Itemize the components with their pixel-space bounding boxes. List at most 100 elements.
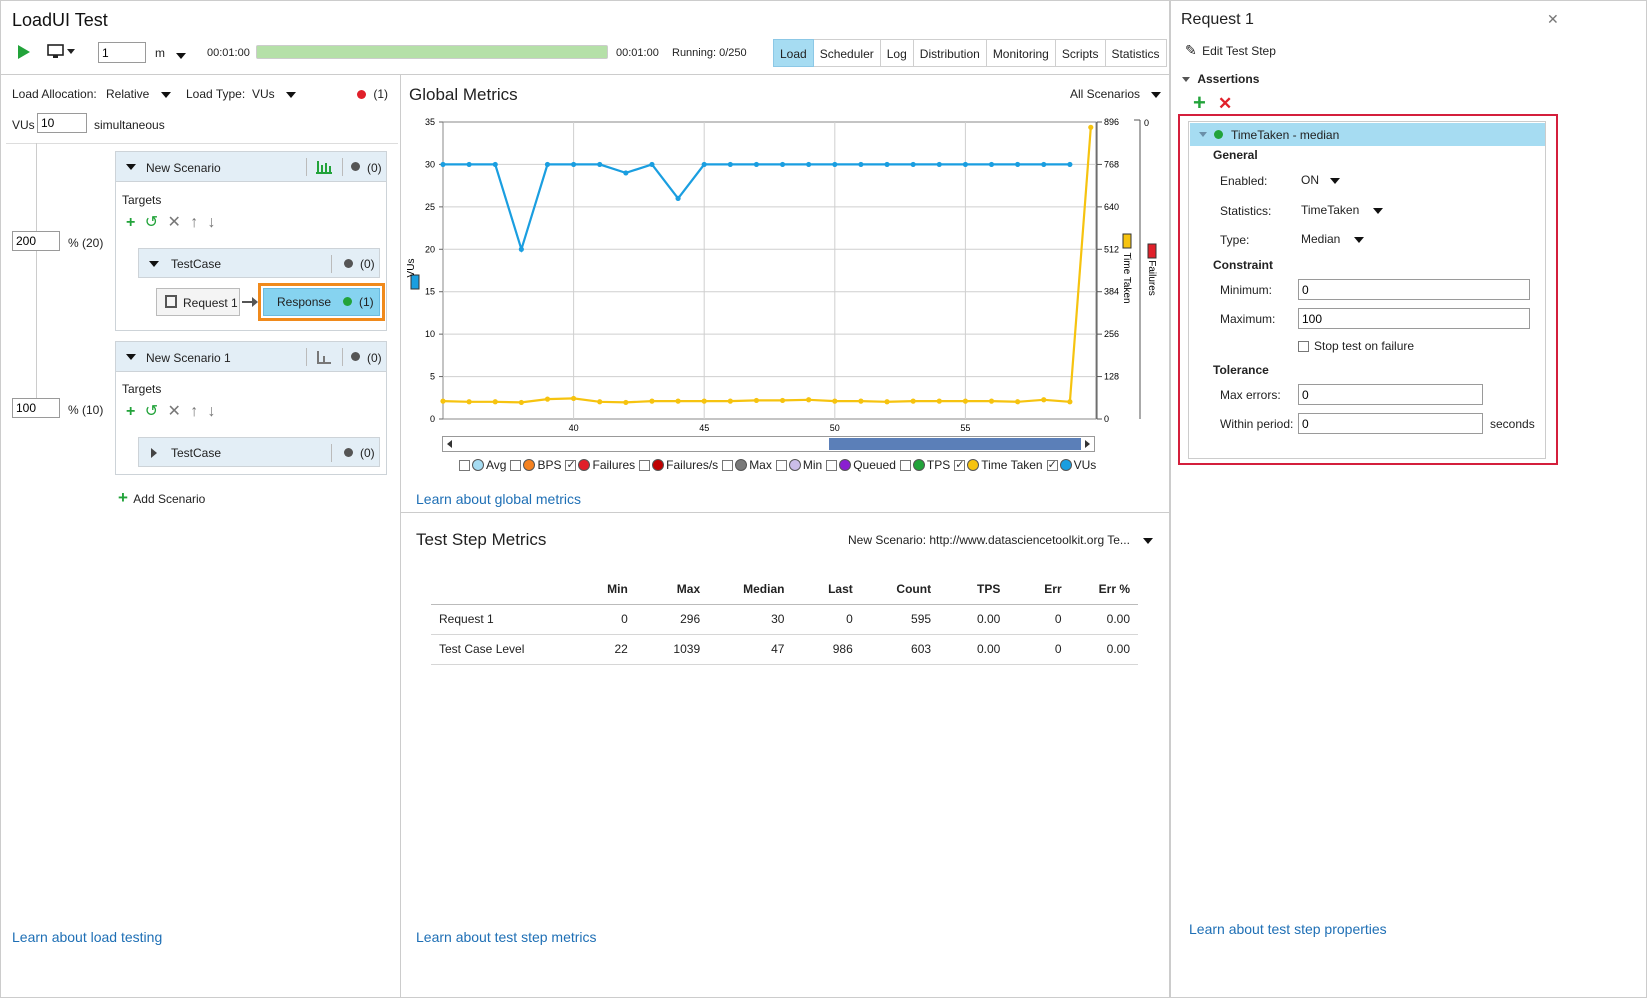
legend-item[interactable]: Failures/s: [639, 458, 718, 472]
col-header[interactable]: TPS: [931, 574, 1001, 605]
tab-log[interactable]: Log: [880, 39, 914, 67]
checkbox-icon[interactable]: [826, 459, 838, 471]
legend-item[interactable]: BPS: [510, 458, 561, 472]
learn-step-metrics-link[interactable]: Learn about test step metrics: [416, 929, 597, 945]
learn-step-properties-link[interactable]: Learn about test step properties: [1189, 921, 1387, 937]
legend-item[interactable]: Min: [775, 458, 822, 472]
tab-scheduler[interactable]: Scheduler: [813, 39, 881, 67]
reload-icon[interactable]: ↺: [145, 212, 158, 232]
load-type-select[interactable]: VUs: [252, 87, 297, 101]
legend-item[interactable]: Queued: [826, 458, 896, 472]
checkbox-icon[interactable]: [565, 458, 577, 471]
error-dot-icon: [357, 90, 366, 100]
scenario-scope-select[interactable]: All Scenarios: [1070, 87, 1162, 101]
delete-icon[interactable]: ✕: [167, 212, 180, 232]
checkbox-icon[interactable]: [775, 459, 787, 471]
close-icon[interactable]: ✕: [1547, 11, 1559, 28]
checkbox-icon[interactable]: [722, 459, 734, 471]
reload-icon[interactable]: ↺: [145, 401, 158, 421]
tab-distribution[interactable]: Distribution: [913, 39, 987, 67]
legend-item[interactable]: TPS: [899, 458, 950, 472]
legend-item[interactable]: VUs: [1046, 458, 1096, 472]
col-header[interactable]: Last: [784, 574, 853, 605]
delete-assertion-icon[interactable]: ✕: [1218, 95, 1232, 112]
col-header[interactable]: Count: [852, 574, 932, 605]
type-select[interactable]: Median: [1301, 232, 1364, 246]
col-header[interactable]: Min: [571, 574, 628, 605]
scenario-header[interactable]: New Scenario (0): [116, 152, 386, 182]
chevron-down-icon: [1372, 207, 1383, 214]
scrollbar-thumb[interactable]: [829, 438, 1081, 450]
request-node[interactable]: Request 1: [156, 288, 240, 316]
legend-item[interactable]: Max: [722, 458, 772, 472]
checkbox-icon[interactable]: [459, 459, 470, 471]
tab-scripts[interactable]: Scripts: [1055, 39, 1106, 67]
add-scenario-button[interactable]: + Add Scenario: [118, 488, 205, 508]
monitor-dropdown[interactable]: [47, 44, 81, 60]
legend-item[interactable]: Failures: [565, 458, 635, 472]
minimum-input[interactable]: [1298, 279, 1530, 300]
collapse-icon[interactable]: [126, 164, 136, 170]
move-up-icon[interactable]: ↑: [190, 214, 198, 232]
scroll-left-icon[interactable]: [447, 440, 452, 448]
maximum-input[interactable]: [1298, 308, 1530, 329]
collapse-icon[interactable]: [126, 354, 136, 360]
expand-icon[interactable]: [151, 448, 157, 458]
assertions-section-header[interactable]: Assertions: [1182, 72, 1259, 86]
checkbox-icon[interactable]: [899, 459, 911, 471]
col-header[interactable]: Err: [1000, 574, 1062, 605]
within-period-input[interactable]: [1298, 413, 1483, 434]
legend-item[interactable]: Time Taken: [954, 458, 1043, 472]
chart-axis-icon[interactable]: [316, 350, 332, 364]
checkbox-icon[interactable]: [510, 459, 522, 471]
testcase-row[interactable]: TestCase (0): [138, 437, 380, 467]
col-header[interactable]: Median: [700, 574, 785, 605]
learn-load-testing-link[interactable]: Learn about load testing: [12, 929, 162, 945]
edit-test-step-button[interactable]: ✎ Edit Test Step: [1185, 42, 1276, 59]
tab-load[interactable]: Load: [773, 39, 814, 67]
stop-on-failure-checkbox[interactable]: Stop test on failure: [1298, 339, 1414, 353]
data-point: [597, 399, 603, 405]
delete-icon[interactable]: ✕: [167, 401, 180, 421]
collapse-icon[interactable]: [1199, 132, 1207, 137]
scenario-weight-input[interactable]: [12, 231, 60, 251]
checkbox-icon[interactable]: [954, 458, 966, 471]
learn-global-metrics-link[interactable]: Learn about global metrics: [416, 491, 581, 507]
legend-item[interactable]: Avg: [459, 458, 506, 472]
add-assertion-icon[interactable]: +: [1193, 92, 1206, 114]
duration-input[interactable]: [98, 42, 146, 63]
scroll-right-icon[interactable]: [1085, 440, 1090, 448]
add-icon[interactable]: +: [126, 403, 135, 421]
tab-monitoring[interactable]: Monitoring: [986, 39, 1056, 67]
col-header[interactable]: Max: [627, 574, 701, 605]
table-row[interactable]: Request 1 0 296 30 0 595 0.00 0 0.00: [431, 604, 1138, 635]
load-allocation-select[interactable]: Relative: [106, 87, 171, 101]
table-row[interactable]: Test Case Level 22 1039 47 986 603 0.00 …: [431, 634, 1138, 665]
y-right-tick-label: 128: [1104, 372, 1119, 382]
allocation-slider-track[interactable]: [36, 143, 37, 398]
vus-input[interactable]: [37, 113, 87, 133]
duration-unit-dropdown[interactable]: [176, 48, 186, 62]
error-indicator[interactable]: (1): [357, 87, 388, 101]
bar-chart-icon[interactable]: [316, 160, 332, 174]
testcase-row[interactable]: TestCase (0): [138, 248, 380, 278]
max-errors-input[interactable]: [1298, 384, 1483, 405]
play-icon[interactable]: [18, 45, 30, 59]
tab-statistics[interactable]: Statistics: [1105, 39, 1167, 67]
col-header[interactable]: Err %: [1061, 574, 1138, 605]
enabled-select[interactable]: ON: [1301, 173, 1341, 187]
statistics-select[interactable]: TimeTaken: [1301, 203, 1383, 217]
checkbox-icon[interactable]: [1046, 458, 1058, 471]
scenario-weight-input[interactable]: [12, 398, 60, 418]
move-up-icon[interactable]: ↑: [190, 403, 198, 421]
step-scope-select[interactable]: New Scenario: http://www.datasciencetool…: [848, 533, 1154, 547]
assertion-header[interactable]: TimeTaken - median: [1190, 123, 1545, 146]
move-down-icon[interactable]: ↓: [208, 403, 216, 421]
checkbox-icon[interactable]: [639, 459, 651, 471]
collapse-icon[interactable]: [149, 261, 159, 267]
scenario-header[interactable]: New Scenario 1 (0): [116, 342, 386, 372]
chart-scrollbar[interactable]: [442, 436, 1095, 452]
add-icon[interactable]: +: [126, 214, 135, 232]
move-down-icon[interactable]: ↓: [208, 214, 216, 232]
response-assertion-node[interactable]: Response (1): [258, 283, 385, 321]
